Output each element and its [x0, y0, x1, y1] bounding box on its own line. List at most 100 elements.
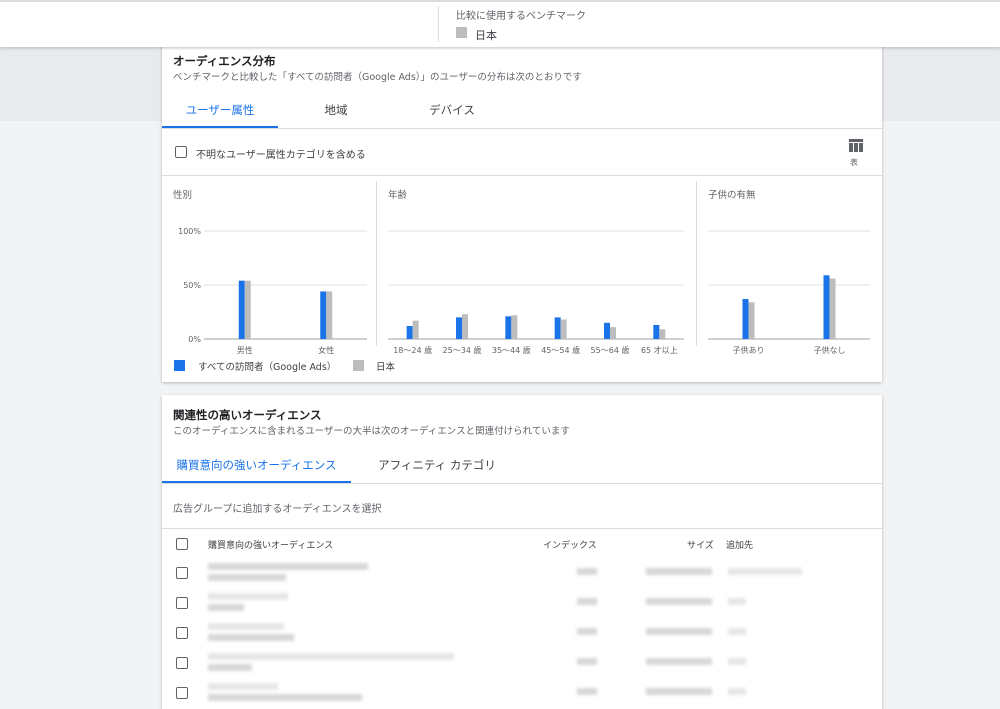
- bar-series2: [511, 315, 518, 339]
- bar-series1: [406, 326, 413, 339]
- parental-chart: 子供あり 子供なし: [708, 230, 870, 355]
- table-view-label: 表: [850, 158, 858, 167]
- select-instruction: 広告グループに追加するオーディエンスを選択: [173, 504, 382, 515]
- tab-in-market[interactable]: 購買意向の強いオーディエンス: [162, 457, 351, 473]
- redacted-index: [577, 598, 597, 605]
- redacted-size: [646, 688, 712, 695]
- redacted-index: [577, 658, 597, 665]
- table-row[interactable]: [162, 678, 882, 708]
- table-row[interactable]: [162, 648, 882, 678]
- table-row[interactable]: [162, 558, 882, 588]
- redacted-add-to: [728, 688, 746, 695]
- card-title: オーディエンス分布: [173, 54, 276, 68]
- x-category-label: 女性: [318, 345, 334, 355]
- card-title: 関連性の高いオーディエンス: [173, 408, 322, 422]
- table-view-icon[interactable]: [849, 139, 863, 152]
- bar-series1: [320, 291, 327, 339]
- card-subtitle: ベンチマークと比較した「すべての訪問者（Google Ads）」のユーザーの分布…: [173, 72, 582, 83]
- column-header-audience[interactable]: 購買意向の強いオーディエンス: [208, 538, 333, 551]
- legend-series2-label: 日本: [376, 362, 396, 373]
- y-tick-label: 0%: [188, 335, 201, 344]
- include-unknown-checkbox[interactable]: [175, 146, 187, 158]
- redacted-audience-name: [208, 593, 288, 600]
- table-top-divider: [162, 528, 882, 529]
- row-checkbox[interactable]: [176, 657, 188, 669]
- column-header-size[interactable]: サイズ: [687, 538, 714, 551]
- row-checkbox[interactable]: [176, 597, 188, 609]
- age-chart: 18～24 歳 25～34 歳 35～44 歳 45～54 歳 55～64 歳 65 才以…: [388, 230, 684, 355]
- tab-geography[interactable]: 地域: [278, 102, 394, 118]
- redacted-audience-name: [208, 664, 252, 671]
- related-audiences-card: 関連性の高いオーディエンス このオーディエンスに含まれるユーザーの大半は次のオー…: [162, 395, 882, 709]
- table-row[interactable]: [162, 618, 882, 648]
- row-checkbox[interactable]: [176, 627, 188, 639]
- tab-devices[interactable]: デバイス: [394, 102, 510, 118]
- redacted-audience-name: [208, 574, 286, 581]
- bar-series2: [829, 278, 836, 339]
- redacted-add-to: [728, 628, 746, 635]
- bar-series2: [412, 320, 419, 339]
- redacted-add-to: [728, 598, 746, 605]
- tabs-divider: [162, 128, 882, 129]
- select-all-checkbox[interactable]: [176, 538, 188, 550]
- bar-series1: [823, 275, 830, 339]
- redacted-audience-name: [208, 623, 284, 630]
- benchmark-selector[interactable]: 日本: [475, 27, 497, 43]
- tab-demographics[interactable]: ユーザー属性: [162, 102, 278, 118]
- redacted-audience-name: [208, 694, 362, 701]
- toolbar-divider: [438, 6, 439, 42]
- table-row[interactable]: [162, 588, 882, 618]
- redacted-index: [577, 628, 597, 635]
- column-header-add-to: 追加先: [726, 541, 754, 551]
- x-category-label: 55～64 歳: [591, 345, 630, 355]
- audience-distribution-card: オーディエンス分布 ベンチマークと比較した「すべての訪問者（Google Ads…: [162, 44, 882, 382]
- x-category-label: 子供あり: [733, 345, 765, 355]
- y-tick-label: 50%: [183, 281, 201, 290]
- x-category-label: 子供なし: [814, 345, 846, 355]
- redacted-index: [577, 568, 597, 575]
- bar-series1: [742, 299, 749, 339]
- redacted-size: [646, 568, 712, 575]
- x-category-label: 18～24 歳: [393, 345, 432, 355]
- bar-series1: [238, 280, 245, 339]
- legend-series1-swatch: [174, 360, 185, 371]
- benchmark-color-swatch: [456, 27, 467, 38]
- legend-series1-label: すべての訪問者（Google Ads）: [198, 362, 337, 373]
- card-subtitle: このオーディエンスに含まれるユーザーの大半は次のオーディエンスと関連付けられてい…: [173, 426, 570, 437]
- redacted-audience-name: [208, 604, 244, 611]
- redacted-size: [646, 628, 712, 635]
- include-unknown-label: 不明なユーザー属性カテゴリを含める: [196, 150, 366, 161]
- x-category-label: 65 才以上: [641, 345, 678, 355]
- x-category-label: 35～44 歳: [492, 345, 531, 355]
- bar-series2: [659, 329, 666, 339]
- x-category-label: 45～54 歳: [541, 345, 580, 355]
- bar-series2: [560, 319, 567, 339]
- column-header-index[interactable]: インデックス: [543, 538, 597, 551]
- y-tick-label: 100%: [178, 227, 201, 236]
- bar-series1: [653, 324, 660, 339]
- bar-series2: [326, 291, 333, 339]
- controls-divider: [162, 175, 882, 176]
- benchmark-bar: 比較に使用するベンチマーク 日本: [0, 0, 1000, 47]
- redacted-add-to: [728, 658, 746, 665]
- bar-series1: [554, 317, 561, 339]
- benchmark-label: 比較に使用するベンチマーク: [456, 11, 586, 22]
- legend-series2-swatch: [353, 360, 364, 371]
- row-checkbox[interactable]: [176, 567, 188, 579]
- redacted-audience-name: [208, 563, 368, 570]
- bar-series2: [244, 280, 251, 339]
- redacted-index: [577, 688, 597, 695]
- redacted-audience-name: [208, 653, 454, 660]
- bar-series2: [610, 327, 616, 339]
- gender-chart: 0% 50% 100% 男性 女性: [178, 227, 367, 355]
- redacted-size: [646, 658, 712, 665]
- bar-series2: [748, 302, 755, 339]
- bar-series1: [456, 317, 462, 339]
- bar-series2: [462, 314, 468, 339]
- x-category-label: 25～34 歳: [443, 345, 482, 355]
- redacted-audience-name: [208, 683, 278, 690]
- gender-chart-title: 性別: [173, 190, 193, 201]
- row-checkbox[interactable]: [176, 687, 188, 699]
- tab-affinity[interactable]: アフィニティ カテゴリ: [351, 457, 523, 473]
- parental-chart-title: 子供の有無: [708, 190, 756, 201]
